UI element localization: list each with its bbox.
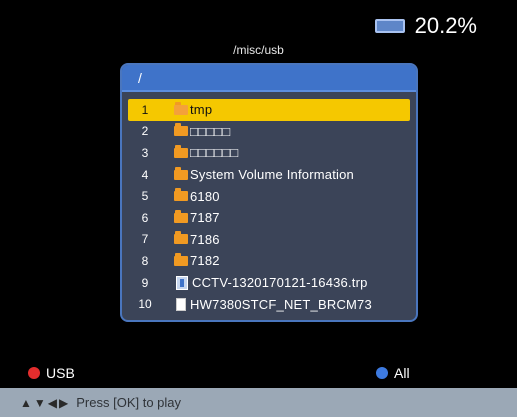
file-row-4[interactable]: 4 System Volume Information <box>128 164 410 186</box>
all-button[interactable]: All <box>376 365 410 381</box>
red-button-icon <box>28 367 40 379</box>
row-label: CCTV-1320170121-16436.trp <box>192 275 368 291</box>
video-file-icon <box>176 275 188 290</box>
file-row-3[interactable]: 3 □□□□□□ <box>128 142 410 164</box>
storage-icon <box>374 19 405 33</box>
file-row-1[interactable]: 1 tmp <box>128 99 410 121</box>
file-row-8[interactable]: 8 7182 <box>128 250 410 272</box>
file-icon <box>176 297 186 311</box>
usb-button[interactable]: USB <box>28 365 75 381</box>
all-label: All <box>394 365 410 381</box>
file-row-6[interactable]: 6 7187 <box>128 207 410 229</box>
row-label: tmp <box>190 102 213 118</box>
row-label: 7187 <box>190 210 220 226</box>
folder-icon <box>174 188 188 202</box>
usb-label: USB <box>46 365 75 381</box>
row-label: System Volume Information <box>190 167 354 183</box>
row-number: 7 <box>141 232 149 247</box>
file-row-5[interactable]: 5 6180 <box>128 185 410 207</box>
hint-bar: ▲ ▼ ◀ ▶ Press [OK] to play <box>0 388 517 417</box>
row-number: 1 <box>141 102 149 117</box>
browser-header: / <box>122 65 416 92</box>
row-number: 6 <box>141 210 149 225</box>
row-label: □□□□□□ <box>190 145 239 161</box>
folder-icon <box>174 209 188 223</box>
file-row-10[interactable]: 10 HW7380STCF_NET_BRCM73 <box>128 293 410 315</box>
file-row-2[interactable]: 2 □□□□□ <box>128 121 410 143</box>
folder-icon <box>174 252 188 266</box>
row-number: 4 <box>141 167 149 182</box>
row-number: 5 <box>141 189 149 204</box>
row-label: 7182 <box>190 253 220 269</box>
right-arrow-icon: ▶ <box>59 395 69 410</box>
row-label: HW7380STCF_NET_BRCM73 <box>190 296 372 312</box>
folder-icon <box>174 123 188 137</box>
blue-button-icon <box>376 367 388 379</box>
left-arrow-icon: ◀ <box>47 395 58 410</box>
file-list: 1 tmp 2 □□□□□ 3 □□□□□□ 4 System Volume I… <box>128 99 410 315</box>
row-number: 8 <box>141 253 149 268</box>
navigation-arrows-icon: ▲ ▼ ◀ ▶ <box>20 396 68 410</box>
storage-percent: 20.2% <box>414 13 477 38</box>
row-number: 10 <box>138 297 152 312</box>
down-arrow-icon: ▼ <box>33 395 46 410</box>
row-number: 9 <box>141 275 149 290</box>
folder-icon <box>174 231 188 245</box>
current-path: /misc/usb <box>233 43 284 57</box>
file-row-7[interactable]: 7 7186 <box>128 229 410 251</box>
status-area: 20.2% <box>374 13 477 38</box>
row-number: 3 <box>141 145 149 160</box>
play-hint: Press [OK] to play <box>76 395 182 410</box>
folder-icon <box>174 101 188 115</box>
file-browser-panel: / 1 tmp 2 □□□□□ 3 □□□□□□ 4 System Volume… <box>120 63 418 322</box>
folder-icon <box>174 144 188 158</box>
folder-icon <box>174 166 188 180</box>
row-number: 2 <box>141 124 149 139</box>
up-arrow-icon: ▲ <box>20 395 32 410</box>
row-label: 7186 <box>190 231 220 247</box>
row-label: □□□□□ <box>190 123 231 139</box>
file-row-9[interactable]: 9 CCTV-1320170121-16436.trp <box>128 272 410 294</box>
row-label: 6180 <box>190 188 220 204</box>
